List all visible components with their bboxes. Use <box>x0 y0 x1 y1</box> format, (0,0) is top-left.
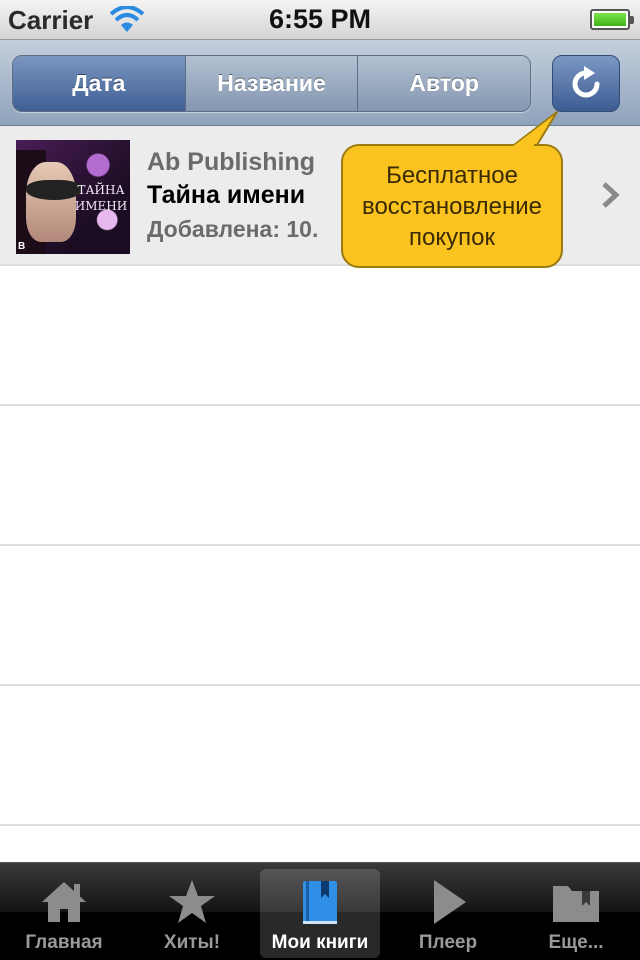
empty-list-row <box>0 546 640 686</box>
tab-label: Еще... <box>548 932 604 953</box>
home-icon <box>42 882 86 922</box>
folder-icon <box>553 886 599 922</box>
tab-label: Плеер <box>418 932 478 953</box>
tab-home[interactable]: Главная <box>0 863 128 960</box>
sort-segmented-control: Дата Название Автор <box>12 55 531 112</box>
book-added-date: Добавлена: 10. <box>147 216 319 242</box>
book-title: Тайна имени <box>147 181 306 209</box>
tab-player[interactable]: Плеер <box>384 863 512 960</box>
tab-bar: Главная Хиты! Мои книги Плеер Еще... <box>0 862 640 960</box>
toolbar: Дата Название Автор <box>0 40 640 126</box>
cover-title: ТАЙНА ИМЕНИ <box>74 183 128 213</box>
book-icon <box>303 881 337 924</box>
tab-hits[interactable]: Хиты! <box>128 863 256 960</box>
book-cover-image: ТАЙНА ИМЕНИ B <box>16 140 130 254</box>
sort-by-date-segment[interactable]: Дата <box>13 56 185 111</box>
empty-list-row <box>0 266 640 406</box>
empty-list-row <box>0 406 640 546</box>
tab-label: Хиты! <box>163 932 221 953</box>
chevron-right-icon <box>602 182 620 208</box>
play-icon <box>434 880 466 924</box>
restore-purchases-button[interactable] <box>552 55 620 112</box>
refresh-icon <box>572 65 600 97</box>
tab-more[interactable]: Еще... <box>512 863 640 960</box>
status-bar: Carrier 6:55 PM <box>0 0 640 40</box>
restore-purchases-tooltip: Бесплатное восстановление покупок <box>341 144 563 268</box>
star-icon <box>169 880 215 923</box>
clock: 6:55 PM <box>268 4 372 34</box>
tooltip-text: Бесплатное восстановление покупок <box>361 161 543 251</box>
sort-by-title-segment[interactable]: Название <box>184 56 358 111</box>
book-publisher: Ab Publishing <box>147 148 316 176</box>
tab-label: Главная <box>25 932 103 953</box>
tab-my-books[interactable]: Мои книги <box>256 863 384 960</box>
empty-list-row <box>0 686 640 826</box>
tab-label: Мои книги <box>271 932 369 953</box>
battery-icon <box>590 9 634 30</box>
sort-by-author-segment[interactable]: Автор <box>357 56 530 111</box>
